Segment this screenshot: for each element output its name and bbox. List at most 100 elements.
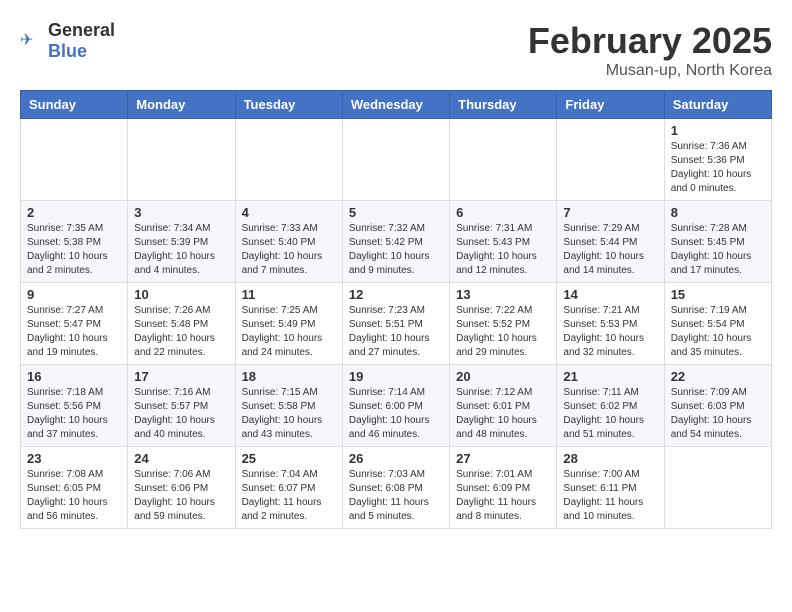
cell-info: Sunrise: 7:25 AM Sunset: 5:49 PM Dayligh… <box>242 304 336 360</box>
cell-info: Sunrise: 7:03 AM Sunset: 6:08 PM Dayligh… <box>349 468 443 524</box>
day-number: 4 <box>242 205 336 220</box>
logo-text: General Blue <box>48 20 115 62</box>
calendar-cell: 16 Sunrise: 7:18 AM Sunset: 5:56 PM Dayli… <box>21 365 128 447</box>
calendar-cell: 6 Sunrise: 7:31 AM Sunset: 5:43 PM Daylig… <box>450 201 557 283</box>
week-row-1: 2Sunrise: 7:35 AM Sunset: 5:38 PM Daylig… <box>21 201 772 283</box>
calendar-cell: 24Sunrise: 7:06 AM Sunset: 6:06 PM Dayli… <box>128 447 235 529</box>
week-row-0: 1 Sunrise: 7:36 AM Sunset: 5:36 PM Daylig… <box>21 119 772 201</box>
calendar-cell <box>128 119 235 201</box>
day-number: 5 <box>349 205 443 220</box>
day-number: 21 <box>563 369 657 384</box>
day-number: 7 <box>563 205 657 220</box>
calendar-cell: 12 Sunrise: 7:23 AM Sunset: 5:51 PM Dayli… <box>342 283 449 365</box>
calendar-cell: 28 Sunrise: 7:00 AM Sunset: 6:11 PM Dayli… <box>557 447 664 529</box>
cell-info: Sunrise: 7:01 AM Sunset: 6:09 PM Dayligh… <box>456 468 550 524</box>
cell-info: Sunrise: 7:32 AM Sunset: 5:42 PM Dayligh… <box>349 222 443 278</box>
day-number: 27 <box>456 451 550 466</box>
day-number: 26 <box>349 451 443 466</box>
weekday-header-row: SundayMondayTuesdayWednesdayThursdayFrid… <box>21 91 772 119</box>
calendar-cell: 20 Sunrise: 7:12 AM Sunset: 6:01 PM Dayli… <box>450 365 557 447</box>
calendar-cell: 27 Sunrise: 7:01 AM Sunset: 6:09 PM Dayli… <box>450 447 557 529</box>
cell-info: Sunrise: 7:04 AM Sunset: 6:07 PM Dayligh… <box>242 468 336 524</box>
cell-info: Sunrise: 7:36 AM Sunset: 5:36 PM Dayligh… <box>671 140 765 196</box>
week-row-4: 23 Sunrise: 7:08 AM Sunset: 6:05 PM Dayli… <box>21 447 772 529</box>
cell-info: Sunrise: 7:18 AM Sunset: 5:56 PM Dayligh… <box>27 386 121 442</box>
day-number: 17 <box>134 369 228 384</box>
day-number: 20 <box>456 369 550 384</box>
cell-info: Sunrise: 7:34 AM Sunset: 5:39 PM Dayligh… <box>134 222 228 278</box>
day-number: 10 <box>134 287 228 302</box>
day-number: 28 <box>563 451 657 466</box>
cell-info: Sunrise: 7:31 AM Sunset: 5:43 PM Dayligh… <box>456 222 550 278</box>
cell-info: Sunrise: 7:29 AM Sunset: 5:44 PM Dayligh… <box>563 222 657 278</box>
weekday-header-wednesday: Wednesday <box>342 91 449 119</box>
day-number: 8 <box>671 205 765 220</box>
week-row-2: 9Sunrise: 7:27 AM Sunset: 5:47 PM Daylig… <box>21 283 772 365</box>
weekday-header-sunday: Sunday <box>21 91 128 119</box>
svg-text:✈: ✈ <box>20 32 33 49</box>
calendar-cell: 25 Sunrise: 7:04 AM Sunset: 6:07 PM Dayli… <box>235 447 342 529</box>
day-number: 16 <box>27 369 121 384</box>
calendar-cell: 23 Sunrise: 7:08 AM Sunset: 6:05 PM Dayli… <box>21 447 128 529</box>
calendar-cell: 17Sunrise: 7:16 AM Sunset: 5:57 PM Dayli… <box>128 365 235 447</box>
week-row-3: 16 Sunrise: 7:18 AM Sunset: 5:56 PM Dayli… <box>21 365 772 447</box>
calendar-cell <box>557 119 664 201</box>
weekday-header-saturday: Saturday <box>664 91 771 119</box>
cell-info: Sunrise: 7:22 AM Sunset: 5:52 PM Dayligh… <box>456 304 550 360</box>
calendar-cell: 5 Sunrise: 7:32 AM Sunset: 5:42 PM Daylig… <box>342 201 449 283</box>
calendar-cell <box>21 119 128 201</box>
calendar-cell: 10 Sunrise: 7:26 AM Sunset: 5:48 PM Dayli… <box>128 283 235 365</box>
calendar-cell <box>664 447 771 529</box>
cell-info: Sunrise: 7:08 AM Sunset: 6:05 PM Dayligh… <box>27 468 121 524</box>
day-number: 22 <box>671 369 765 384</box>
cell-info: Sunrise: 7:15 AM Sunset: 5:58 PM Dayligh… <box>242 386 336 442</box>
calendar-cell: 13 Sunrise: 7:22 AM Sunset: 5:52 PM Dayli… <box>450 283 557 365</box>
weekday-header-friday: Friday <box>557 91 664 119</box>
day-number: 13 <box>456 287 550 302</box>
day-number: 14 <box>563 287 657 302</box>
day-number: 6 <box>456 205 550 220</box>
calendar-cell: 21 Sunrise: 7:11 AM Sunset: 6:02 PM Dayli… <box>557 365 664 447</box>
day-number: 25 <box>242 451 336 466</box>
cell-info: Sunrise: 7:33 AM Sunset: 5:40 PM Dayligh… <box>242 222 336 278</box>
calendar-cell: 4 Sunrise: 7:33 AM Sunset: 5:40 PM Daylig… <box>235 201 342 283</box>
logo-general: General <box>48 20 115 40</box>
cell-info: Sunrise: 7:26 AM Sunset: 5:48 PM Dayligh… <box>134 304 228 360</box>
cell-info: Sunrise: 7:14 AM Sunset: 6:00 PM Dayligh… <box>349 386 443 442</box>
calendar-cell: 26 Sunrise: 7:03 AM Sunset: 6:08 PM Dayli… <box>342 447 449 529</box>
calendar-cell: 18 Sunrise: 7:15 AM Sunset: 5:58 PM Dayli… <box>235 365 342 447</box>
logo: ✈ General Blue <box>20 20 115 62</box>
calendar-cell: 3 Sunrise: 7:34 AM Sunset: 5:39 PM Daylig… <box>128 201 235 283</box>
calendar-cell: 22Sunrise: 7:09 AM Sunset: 6:03 PM Dayli… <box>664 365 771 447</box>
day-number: 3 <box>134 205 228 220</box>
weekday-header-monday: Monday <box>128 91 235 119</box>
weekday-header-tuesday: Tuesday <box>235 91 342 119</box>
month-title: February 2025 <box>528 20 772 62</box>
day-number: 23 <box>27 451 121 466</box>
cell-info: Sunrise: 7:27 AM Sunset: 5:47 PM Dayligh… <box>27 304 121 360</box>
cell-info: Sunrise: 7:11 AM Sunset: 6:02 PM Dayligh… <box>563 386 657 442</box>
calendar-table: SundayMondayTuesdayWednesdayThursdayFrid… <box>20 90 772 529</box>
calendar-cell <box>235 119 342 201</box>
day-number: 19 <box>349 369 443 384</box>
calendar-cell: 1 Sunrise: 7:36 AM Sunset: 5:36 PM Daylig… <box>664 119 771 201</box>
weekday-header-thursday: Thursday <box>450 91 557 119</box>
calendar-cell <box>342 119 449 201</box>
header: ✈ General Blue February 2025 Musan-up, N… <box>20 20 772 80</box>
cell-info: Sunrise: 7:28 AM Sunset: 5:45 PM Dayligh… <box>671 222 765 278</box>
day-number: 11 <box>242 287 336 302</box>
calendar-cell <box>450 119 557 201</box>
day-number: 1 <box>671 123 765 138</box>
cell-info: Sunrise: 7:23 AM Sunset: 5:51 PM Dayligh… <box>349 304 443 360</box>
cell-info: Sunrise: 7:35 AM Sunset: 5:38 PM Dayligh… <box>27 222 121 278</box>
calendar-cell: 9Sunrise: 7:27 AM Sunset: 5:47 PM Daylig… <box>21 283 128 365</box>
calendar-cell: 15Sunrise: 7:19 AM Sunset: 5:54 PM Dayli… <box>664 283 771 365</box>
cell-info: Sunrise: 7:12 AM Sunset: 6:01 PM Dayligh… <box>456 386 550 442</box>
day-number: 18 <box>242 369 336 384</box>
day-number: 12 <box>349 287 443 302</box>
calendar-cell: 14Sunrise: 7:21 AM Sunset: 5:53 PM Dayli… <box>557 283 664 365</box>
location-title: Musan-up, North Korea <box>528 62 772 80</box>
title-section: February 2025 Musan-up, North Korea <box>528 20 772 80</box>
cell-info: Sunrise: 7:00 AM Sunset: 6:11 PM Dayligh… <box>563 468 657 524</box>
calendar-cell: 2Sunrise: 7:35 AM Sunset: 5:38 PM Daylig… <box>21 201 128 283</box>
